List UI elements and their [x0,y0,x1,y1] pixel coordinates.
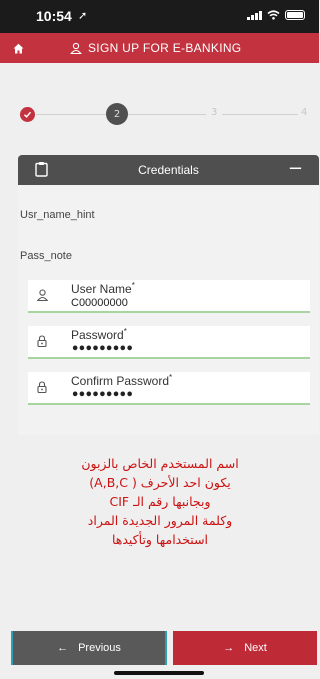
credentials-header[interactable]: Credentials − [18,155,319,185]
step-3: 3 [211,107,218,118]
battery-icon [285,10,305,20]
next-label: Next [244,642,267,654]
step-connector [128,114,206,115]
previous-button[interactable]: ← Previous [11,631,167,665]
location-icon: ➚ [78,9,88,22]
signal-icon [247,10,262,20]
credentials-title: Credentials [138,163,199,177]
clipboard-icon [35,162,48,177]
user-icon [37,289,48,301]
check-icon [23,111,32,118]
annotation-line: وكلمة المرور الجديدة المراد [87,513,233,528]
password-note: Pass_note [20,250,72,262]
annotation-line: وبجانبها رقم الـ CIF [109,494,211,509]
username-hint: Usr_name_hint [20,209,95,221]
lock-icon [37,381,47,393]
collapse-icon[interactable]: − [288,158,303,179]
confirm-password-field[interactable]: Confirm Password* ••••••••• [28,372,310,405]
annotation-line: استخدامها وتأكيدها [111,532,209,547]
next-button[interactable]: → Next [173,631,317,665]
confirm-password-value[interactable]: ••••••••• [71,388,134,403]
status-time: 10:54 [36,8,72,24]
home-indicator [114,671,204,675]
arrow-left-icon: ← [57,642,69,654]
status-icons [247,10,305,20]
step-connector [222,114,298,115]
username-value[interactable]: C00000000 [71,297,128,309]
wifi-icon [267,10,280,20]
lock-icon [37,335,47,347]
step-connector [36,114,106,115]
progress-stepper: 2 3 4 [0,100,319,128]
page-title: SIGN UP FOR E-BANKING [88,41,242,55]
step-4: 4 [301,107,308,118]
confirm-password-label: Confirm Password* [71,373,173,388]
arabic-annotation: اسم المستخدم الخاص بالزبون يكون احد الأح… [40,454,280,549]
credentials-card: Credentials − Usr_name_hint Pass_note Us… [18,155,319,435]
page-title-group: SIGN UP FOR E-BANKING [70,41,241,55]
previous-label: Previous [78,642,121,654]
home-icon [13,43,23,53]
annotation-line: اسم المستخدم الخاص بالزبون [81,456,239,471]
username-field[interactable]: User Name* C00000000 [28,280,310,313]
password-field[interactable]: Password* ••••••••• [28,326,310,359]
annotation-line: يكون احد الأحرف ( A,B,C) [89,475,231,490]
status-bar: 10:54 ➚ [0,0,319,33]
username-label: User Name* [71,281,135,296]
password-label: Password* [71,327,127,342]
step-2-current: 2 [106,103,128,125]
app-header: SIGN UP FOR E-BANKING [0,33,319,63]
arrow-right-icon: → [223,642,235,654]
user-icon [70,42,82,54]
home-button[interactable] [0,33,36,63]
password-value[interactable]: ••••••••• [71,342,134,357]
step-1-completed [20,107,35,122]
